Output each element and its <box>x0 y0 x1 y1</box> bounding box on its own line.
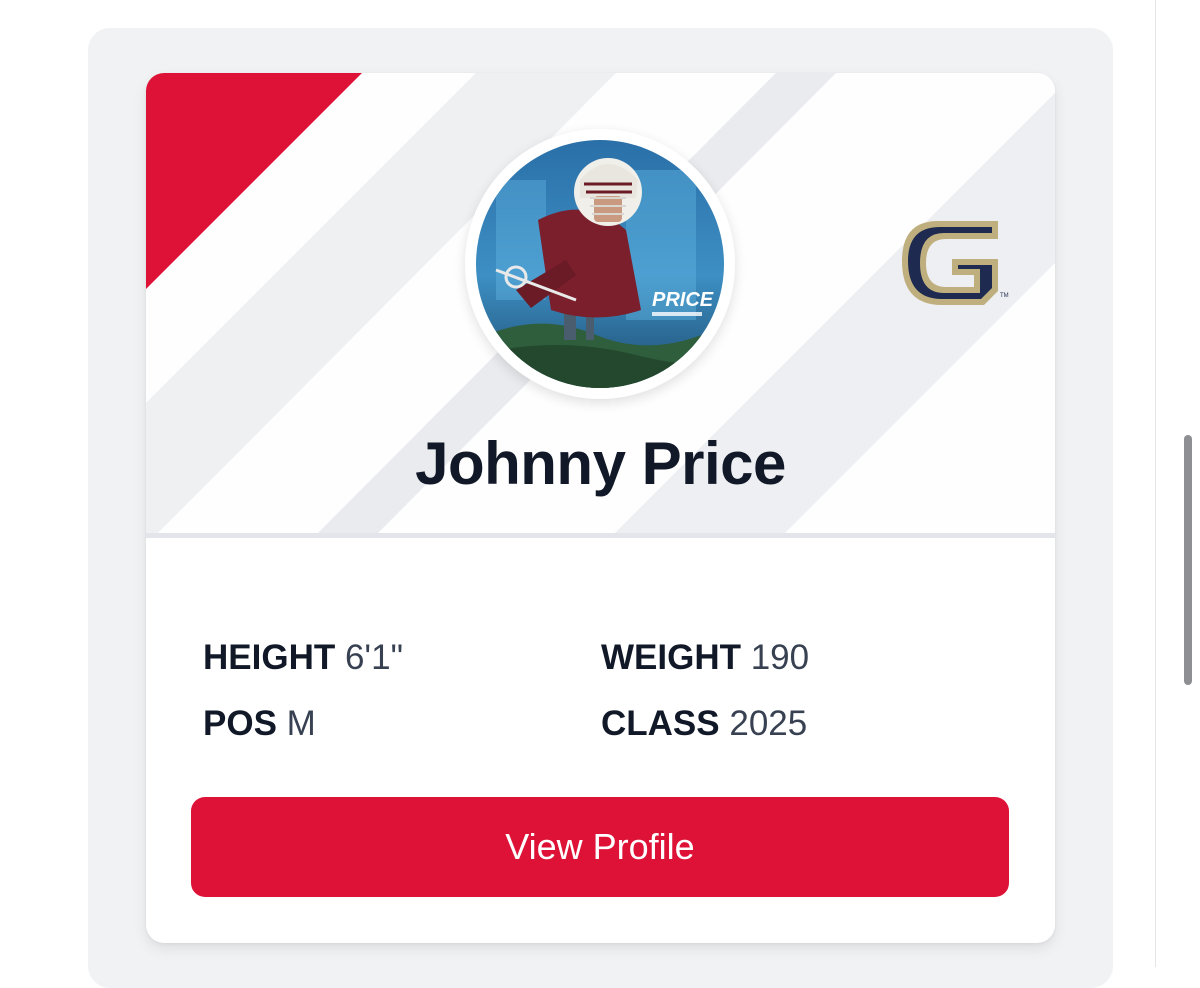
page-margin-right <box>1155 0 1200 967</box>
stat-height-value: 6'1" <box>344 638 404 677</box>
avatar-frame: PRICE <box>465 129 735 399</box>
svg-text:TM: TM <box>1000 293 1009 299</box>
team-logo-icon: TM <box>894 213 1014 313</box>
svg-text:PRICE: PRICE <box>652 289 714 311</box>
stat-class: CLASS 2025 <box>601 704 807 744</box>
stat-position-label: POS <box>203 704 277 743</box>
stat-position: POS M <box>203 704 316 744</box>
scrollbar-thumb[interactable] <box>1184 435 1192 685</box>
stat-weight-value: 190 <box>750 638 810 677</box>
view-profile-button[interactable]: View Profile <box>191 797 1009 897</box>
stat-height: HEIGHT 6'1" <box>203 638 403 678</box>
page-margin-left <box>0 0 45 967</box>
header-divider <box>146 533 1055 538</box>
stat-position-value: M <box>286 704 316 743</box>
player-photo-icon[interactable]: PRICE <box>476 140 724 388</box>
player-name: Johnny Price <box>415 430 786 497</box>
stat-weight-label: WEIGHT <box>601 638 741 677</box>
player-card: PRICE TM Johnny Price HEIGHT 6'1" WEIGHT… <box>146 73 1055 943</box>
stat-class-label: CLASS <box>601 704 720 743</box>
stat-weight: WEIGHT 190 <box>601 638 809 678</box>
stat-height-label: HEIGHT <box>203 638 336 677</box>
stat-class-value: 2025 <box>729 704 808 743</box>
card-header: PRICE TM Johnny Price <box>146 73 1055 535</box>
